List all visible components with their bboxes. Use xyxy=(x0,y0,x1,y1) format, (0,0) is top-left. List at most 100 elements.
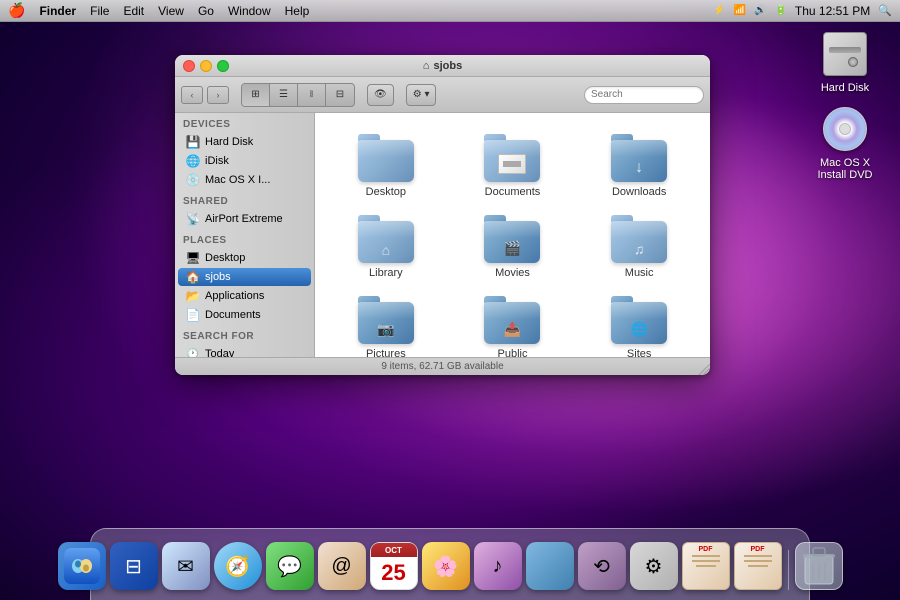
file-item-documents[interactable]: Documents xyxy=(452,128,574,204)
dock-mail[interactable]: ✉ xyxy=(162,542,210,590)
quick-look-button[interactable]: 👁 xyxy=(367,84,394,106)
menu-window[interactable]: Window xyxy=(228,4,271,18)
dock-finder[interactable] xyxy=(58,542,106,590)
dock-pdf1[interactable]: PDF xyxy=(682,542,730,590)
sidebar-item-macos[interactable]: 💿 Mac OS X I... xyxy=(178,171,311,189)
sidebar-item-today[interactable]: 🕐 Today xyxy=(178,345,311,357)
sites-file-label: Sites xyxy=(627,348,651,357)
dock-pdf2[interactable]: PDF xyxy=(734,542,782,590)
pictures-file-label: Pictures xyxy=(366,348,406,357)
resize-handle[interactable] xyxy=(698,363,710,375)
applications-sb-label: Applications xyxy=(205,290,264,302)
desktop: 🍎 Finder File Edit View Go Window Help ⚡… xyxy=(0,0,900,600)
places-header: PLACES xyxy=(175,229,314,248)
idisk-label: iDisk xyxy=(205,155,229,167)
dvd-label: Mac OS X Install DVD xyxy=(805,157,885,181)
finder-dock-icon xyxy=(58,542,106,590)
dock-timemachine[interactable]: ⟲ xyxy=(578,542,626,590)
desktop-sb-icon: 🖥 xyxy=(186,251,200,265)
applications-sb-icon: 📂 xyxy=(186,289,200,303)
menu-edit[interactable]: Edit xyxy=(123,4,144,18)
forward-button[interactable]: › xyxy=(207,86,229,104)
file-item-pictures[interactable]: 📷 Pictures xyxy=(325,290,447,357)
icon-view-button[interactable]: ⊞ xyxy=(242,84,270,106)
action-button[interactable]: ⚙ ▾ xyxy=(406,84,437,106)
home-icon: ⌂ xyxy=(423,60,430,72)
file-item-movies[interactable]: 🎬 Movies xyxy=(452,209,574,285)
dock-ichat[interactable]: 💬 xyxy=(266,542,314,590)
back-button[interactable]: ‹ xyxy=(181,86,203,104)
folder-body xyxy=(358,140,414,182)
pdf2-icon: PDF xyxy=(734,542,782,590)
dock-separator xyxy=(788,550,789,590)
dock-safari[interactable]: 🧭 xyxy=(214,542,262,590)
minimize-button[interactable] xyxy=(200,60,212,72)
file-item-public[interactable]: 📤 Public xyxy=(452,290,574,357)
dock-ical[interactable]: OCT 25 xyxy=(370,542,418,590)
sidebar-item-desktop[interactable]: 🖥 Desktop xyxy=(178,249,311,267)
menu-file[interactable]: File xyxy=(90,4,109,18)
addressbook-icon: @ xyxy=(318,542,366,590)
dock-trash[interactable] xyxy=(795,542,843,590)
menu-help[interactable]: Help xyxy=(285,4,310,18)
clock: Thu 12:51 PM xyxy=(795,4,870,18)
desktop-sb-label: Desktop xyxy=(205,252,245,264)
apple-menu[interactable]: 🍎 xyxy=(8,2,25,19)
toolbar: ‹ › ⊞ ☰ ⧚ ⊟ 👁 ⚙ ▾ xyxy=(175,77,710,113)
list-view-button[interactable]: ☰ xyxy=(270,84,298,106)
public-folder-icon: 📤 xyxy=(484,296,540,344)
hard-disk-icon[interactable]: Hard Disk xyxy=(805,30,885,94)
dock-addressbook[interactable]: @ xyxy=(318,542,366,590)
folder-body: ♫ xyxy=(611,221,667,263)
dock-items: ⊟ ✉ 🧭 💬 @ OCT 25 🌸 xyxy=(58,542,843,596)
pdf1-icon: PDF xyxy=(682,542,730,590)
mail-icon: ✉ xyxy=(162,542,210,590)
finder-body: DEVICES 💾 Hard Disk 🌐 iDisk 💿 Mac OS X I… xyxy=(175,113,710,357)
search-box[interactable] xyxy=(584,86,704,104)
view-buttons: ⊞ ☰ ⧚ ⊟ xyxy=(241,83,355,107)
folder-body xyxy=(484,140,540,182)
file-item-downloads[interactable]: ↓ Downloads xyxy=(578,128,700,204)
itunes-icon: ♪ xyxy=(474,542,522,590)
menu-finder[interactable]: Finder xyxy=(39,4,76,18)
menu-view[interactable]: View xyxy=(158,4,184,18)
dock-sysprefs[interactable]: ⚙ xyxy=(630,542,678,590)
documents-sb-icon: 📄 xyxy=(186,308,200,322)
sidebar-item-idisk[interactable]: 🌐 iDisk xyxy=(178,152,311,170)
maximize-button[interactable] xyxy=(217,60,229,72)
sidebar-item-airport[interactable]: 📡 AirPort Extreme xyxy=(178,210,311,228)
battery-icon: 🔋 xyxy=(774,5,786,16)
dock-iphoto[interactable]: 🌸 xyxy=(422,542,470,590)
dock-expose[interactable] xyxy=(526,542,574,590)
dvd-shape xyxy=(823,107,867,151)
window-title: ⌂ sjobs xyxy=(423,60,462,72)
file-item-music[interactable]: ♫ Music xyxy=(578,209,700,285)
status-bar: 9 items, 62.71 GB available xyxy=(175,357,710,375)
sidebar-item-applications[interactable]: 📂 Applications xyxy=(178,287,311,305)
spotlight-icon[interactable]: 🔍 xyxy=(878,4,892,17)
file-item-library[interactable]: ⌂ Library xyxy=(325,209,447,285)
coverflow-view-button[interactable]: ⊟ xyxy=(326,84,354,106)
today-label: Today xyxy=(205,348,234,357)
downloads-folder-icon: ↓ xyxy=(611,134,667,182)
movies-file-label: Movies xyxy=(495,267,530,279)
sidebar-item-hard-disk[interactable]: 💾 Hard Disk xyxy=(178,133,311,151)
traffic-lights xyxy=(183,60,229,72)
file-area: Desktop Documents xyxy=(315,113,710,357)
dock: ⊟ ✉ 🧭 💬 @ OCT 25 🌸 xyxy=(0,520,900,600)
close-button[interactable] xyxy=(183,60,195,72)
column-view-button[interactable]: ⧚ xyxy=(298,84,326,106)
sidebar-item-sjobs[interactable]: 🏠 sjobs xyxy=(178,268,311,286)
folder-body: ↓ xyxy=(611,140,667,182)
ichat-icon: 💬 xyxy=(266,542,314,590)
dvd-icon[interactable]: Mac OS X Install DVD xyxy=(805,105,885,181)
search-input[interactable] xyxy=(591,89,697,100)
dock-itunes[interactable]: ♪ xyxy=(474,542,522,590)
sites-folder-icon: 🌐 xyxy=(611,296,667,344)
file-item-desktop[interactable]: Desktop xyxy=(325,128,447,204)
menubar: 🍎 Finder File Edit View Go Window Help ⚡… xyxy=(0,0,900,22)
menu-go[interactable]: Go xyxy=(198,4,214,18)
sidebar-item-documents[interactable]: 📄 Documents xyxy=(178,306,311,324)
dock-dashboard[interactable]: ⊟ xyxy=(110,542,158,590)
file-item-sites[interactable]: 🌐 Sites xyxy=(578,290,700,357)
